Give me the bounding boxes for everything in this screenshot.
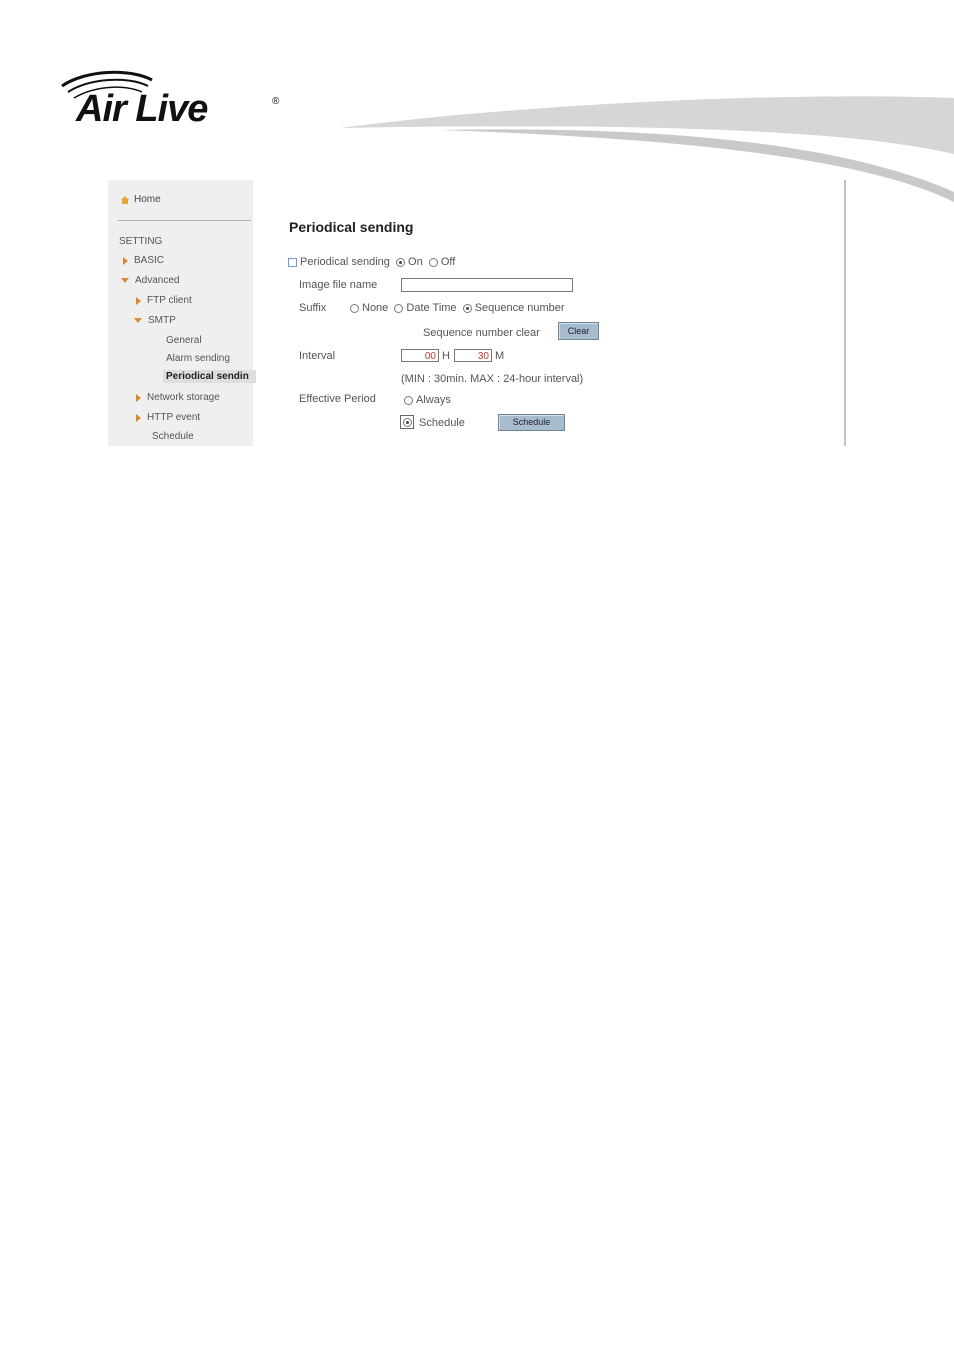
sidebar-item-smtp[interactable]: SMTP xyxy=(134,315,176,326)
effective-always-label: Always xyxy=(416,394,451,406)
periodical-sending-label: Periodical sending xyxy=(300,256,390,268)
suffix-options: None Date Time Sequence number xyxy=(350,302,565,314)
sidebar-divider xyxy=(118,220,251,221)
sidebar-item-schedule[interactable]: Schedule xyxy=(152,431,194,442)
effective-always-option: Always xyxy=(404,394,451,406)
effective-always-radio[interactable] xyxy=(404,395,413,405)
sidebar-item-advanced[interactable]: Advanced xyxy=(121,275,179,286)
image-file-name-input[interactable] xyxy=(401,278,573,292)
clear-button[interactable]: Clear xyxy=(558,322,599,340)
expand-arrow-icon xyxy=(136,393,141,402)
brand-logo: Air Live ® xyxy=(60,68,300,138)
sidebar-item-network-storage[interactable]: Network storage xyxy=(136,392,220,403)
schedule-button[interactable]: Schedule xyxy=(498,414,565,431)
home-icon xyxy=(121,195,129,204)
effective-schedule-radio[interactable] xyxy=(402,417,412,427)
suffix-sequence-label: Sequence number xyxy=(474,302,565,314)
image-file-name-label: Image file name xyxy=(299,279,378,291)
page-title: Periodical sending xyxy=(289,219,414,235)
expand-arrow-icon xyxy=(136,413,141,422)
sidebar-home-label: Home xyxy=(134,194,161,205)
interval-hours-input[interactable]: 00 xyxy=(401,349,439,362)
sidebar-section-setting: SETTING xyxy=(119,236,163,247)
periodical-sending-checkbox[interactable] xyxy=(288,257,297,267)
suffix-label: Suffix xyxy=(299,302,327,314)
panel-border xyxy=(844,180,846,446)
sidebar-item-ftp-client[interactable]: FTP client xyxy=(136,295,192,306)
suffix-none-radio[interactable] xyxy=(350,303,359,313)
brand-registered-mark: ® xyxy=(272,96,280,107)
periodical-sending-row: Periodical sending On Off xyxy=(288,256,455,268)
interval-label: Interval xyxy=(299,350,336,362)
collapse-arrow-icon xyxy=(121,278,129,283)
sidebar: Home SETTING BASIC Advanced FTP client S… xyxy=(108,180,256,446)
periodical-on-radio[interactable] xyxy=(396,257,406,267)
expand-arrow-icon xyxy=(123,256,128,265)
sidebar-item-general[interactable]: General xyxy=(166,335,202,346)
periodical-on-label: On xyxy=(408,256,423,268)
sidebar-item-basic[interactable]: BASIC xyxy=(123,255,164,266)
sidebar-item-alarm-sending[interactable]: Alarm sending xyxy=(166,353,230,364)
interval-note: (MIN : 30min. MAX : 24-hour interval) xyxy=(401,373,584,385)
periodical-off-label: Off xyxy=(440,256,456,268)
interval-hours-unit: H xyxy=(442,350,450,362)
suffix-datetime-radio[interactable] xyxy=(394,303,404,313)
sidebar-item-periodical-sending[interactable]: Periodical sendin xyxy=(163,370,256,383)
sidebar-home[interactable]: Home xyxy=(120,194,161,205)
sidebar-item-http-event[interactable]: HTTP event xyxy=(136,412,200,423)
suffix-sequence-radio[interactable] xyxy=(462,303,472,313)
effective-period-label: Effective Period xyxy=(299,393,376,405)
periodical-off-radio[interactable] xyxy=(428,257,438,267)
sequence-clear-label: Sequence number clear xyxy=(423,327,540,339)
effective-schedule-radio-frame[interactable] xyxy=(400,415,414,429)
suffix-none-label: None xyxy=(362,302,389,314)
suffix-datetime-label: Date Time xyxy=(406,302,457,314)
effective-schedule-label: Schedule xyxy=(419,417,465,429)
interval-minutes-input[interactable]: 30 xyxy=(454,349,492,362)
collapse-arrow-icon xyxy=(134,318,142,323)
brand-name: Air Live xyxy=(76,88,208,130)
interval-minutes-unit: M xyxy=(495,350,505,362)
expand-arrow-icon xyxy=(136,296,141,305)
